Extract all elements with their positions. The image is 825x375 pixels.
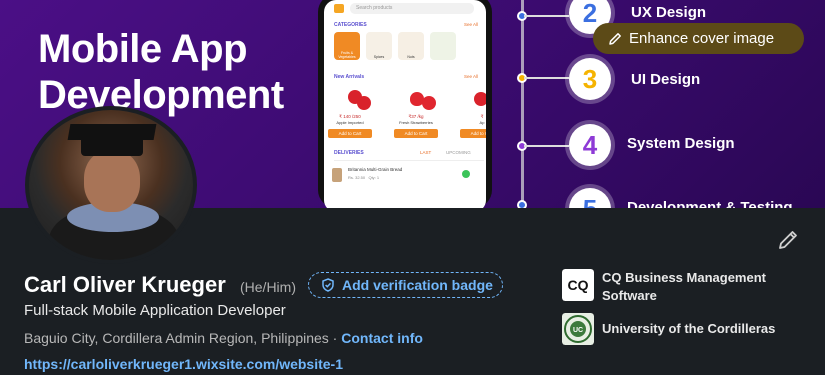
category-tile [430,32,456,60]
cover-title-line: Development [38,73,284,117]
see-all-link: See All [464,74,479,79]
profile-card: Mobile App Development s Search products… [0,0,825,375]
timeline-connector [524,15,569,17]
app-logo-icon [334,4,344,13]
pronouns: (He/Him) [240,279,296,295]
separator: · [328,330,342,346]
university-seal-icon: UC [562,313,594,345]
phone-mockup: Search products CATEGORIES See All Fruit… [318,0,492,208]
divider [334,160,484,161]
step-label: UX Design [631,4,707,21]
add-verification-badge-button[interactable]: Add verification badge [308,272,503,298]
website-link[interactable]: https://carloliverkrueger1.wixsite.com/w… [24,356,343,372]
delivery-item-name: Britannia Multi-Grain Bread [348,167,403,172]
verification-label: Add verification badge [342,277,493,293]
tab-last: LAST [420,150,432,155]
phone-search-bar: Search products [350,3,474,14]
step-number: 3 [569,58,611,100]
product-name: Apple Imported [336,120,364,125]
add-to-cart-button: Add to Cart [394,129,438,138]
svg-text:UC: UC [573,327,583,334]
step-number: 4 [569,124,611,166]
step-label: Development & Testing [627,199,793,208]
shield-check-icon [322,278,334,292]
category-tile: Fruits & Vegetables [334,32,360,60]
timeline-dot [517,200,527,208]
step-number: 5 [569,188,611,208]
edit-pencil-icon[interactable] [776,228,800,252]
category-label: Fruits & Vegetables [338,51,356,59]
cover-title-line: Mobile App [38,27,248,71]
profile-headline: Full-stack Mobile Application Developer [24,302,286,319]
categories-title: CATEGORIES [334,22,367,28]
apple-image [357,96,371,110]
company-name: CQ Business Management Software [602,270,766,303]
face-shape [84,150,140,212]
category-tile: Spices [366,32,392,60]
product-name: Fresh Strawberries [399,120,433,125]
tab-upcoming: UPCOMING [446,150,471,155]
timeline-connector [524,77,569,79]
product-name: Ap [479,120,485,125]
status-dot-icon [462,170,470,178]
add-to-cart-button: Add to Cart [328,129,372,138]
step-label: System Design [627,135,735,152]
delivery-item-meta: Rs. 32.50 Qty: 1 [348,175,380,180]
apple-image [474,92,486,106]
see-all-link: See All [464,22,479,27]
cq-logo-icon: CQ [562,269,594,301]
step-label: UI Design [631,71,701,88]
school-name: University of the Cordilleras [602,321,776,336]
location-text: Baguio City, Cordillera Admin Region, Ph… [24,330,329,346]
bread-image [332,168,342,182]
strawberry-image [422,96,436,110]
location-line: Baguio City, Cordillera Admin Region, Ph… [24,330,423,346]
timeline-line [521,0,524,208]
category-label: Nuts [407,55,415,59]
contact-info-link[interactable]: Contact info [341,330,423,346]
mortarboard-shape [67,124,157,140]
category-label: Spices [373,55,385,59]
add-to-cart-button: Add to Cart [460,129,486,138]
enhance-cover-button[interactable]: Enhance cover image [593,23,804,54]
enhance-cover-label: Enhance cover image [629,30,775,47]
profile-photo[interactable] [25,106,197,264]
category-tile: Nuts [398,32,424,60]
pencil-icon [609,33,621,45]
new-arrivals-title: New Arrivals [334,74,365,80]
profile-name: Carl Oliver Krueger [24,272,226,297]
phone-screen: Search products CATEGORIES See All Fruit… [324,0,486,208]
svg-text:CQ: CQ [568,277,589,293]
deliveries-title: DELIVERIES [334,150,364,156]
timeline-connector [524,145,569,147]
